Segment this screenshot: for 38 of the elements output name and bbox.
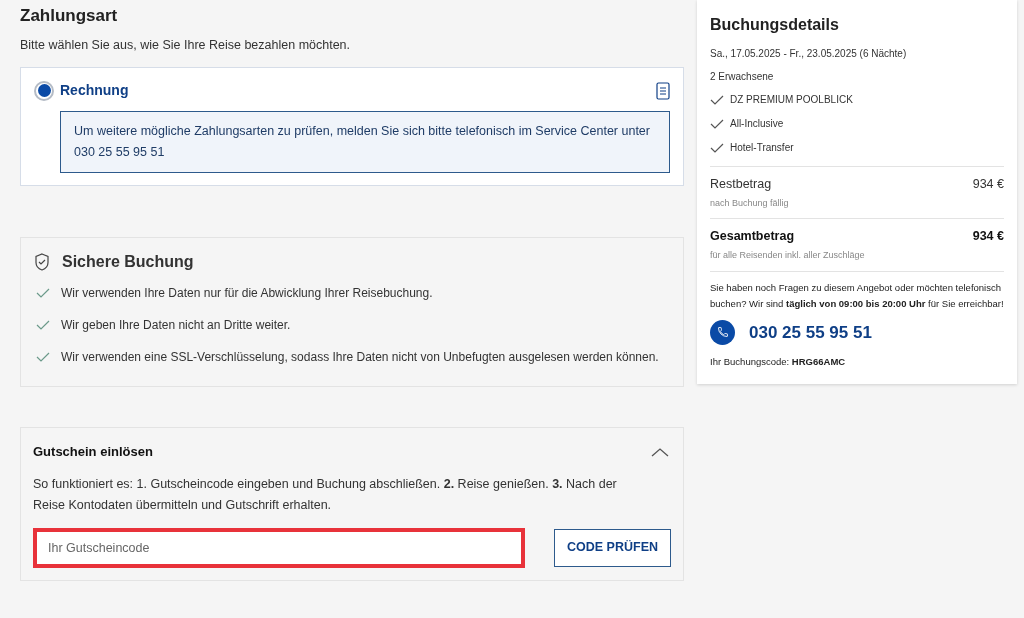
total-note: für alle Reisenden inkl. aller Zuschläge xyxy=(710,249,866,262)
total-amount: 934 € xyxy=(972,228,1004,246)
check-icon xyxy=(710,142,724,153)
card-title: Buchungsdetails xyxy=(710,15,840,35)
security-point: Wir verwenden Ihre Daten nur für die Abwicklung Ihrer Reisebuchung. xyxy=(61,285,433,303)
phone-icon xyxy=(710,319,735,345)
phone-link[interactable]: 030 25 55 95 51 xyxy=(749,319,872,345)
section-subtitle: Bitte wählen Sie aus, wie Sie Ihre Reise bezahlen möchten. xyxy=(20,36,352,54)
check-icon xyxy=(36,320,50,331)
check-icon xyxy=(36,288,50,299)
card-title: Gutschein einlösen xyxy=(33,443,153,462)
total-amount: 934 € xyxy=(972,176,1004,193)
included-feature: All-Inclusive xyxy=(730,117,784,131)
security-point: Wir geben Ihre Daten nicht an Dritte weiter. xyxy=(61,317,291,335)
radio-button[interactable] xyxy=(34,80,54,101)
included-feature: Hotel-Transfer xyxy=(730,141,794,155)
check-icon xyxy=(710,118,724,129)
check-icon xyxy=(710,94,724,105)
document-icon xyxy=(656,81,670,100)
traveller-count: 2 Erwachsene xyxy=(710,70,775,84)
total-label: Gesamtbetrag xyxy=(710,228,795,246)
check-code-button[interactable]: CODE PRÜFEN xyxy=(554,528,671,567)
security-point: Wir verwenden eine SSL-Verschlüsselung, sodass Ihre Daten nicht von Unbefugten ausgelesen werden können. xyxy=(61,349,659,367)
travel-dates: Sa., 17.05.2025 - Fr., 23.05.2025 (6 Nächte) xyxy=(710,47,908,61)
chevron-icon[interactable] xyxy=(651,447,669,457)
contact-text: Sie haben noch Fragen zu diesem Angebot oder möchten telefonisch buchen? Wir sind täglich von 09:00 bis 20:00 Uhr für Sie erreichbar! xyxy=(710,280,1004,311)
check-icon xyxy=(36,352,50,363)
option-label[interactable]: Rechnung xyxy=(60,80,129,102)
shield-icon xyxy=(34,253,50,272)
total-note: nach Buchung fällig xyxy=(710,196,790,210)
voucher-instructions: So funktioniert es: 1. Gutscheincode eingeben und Buchung abschließen. 2. Reise genießen. 3. Nach der Reise Kontodaten übermitteln und Gutschrift erhalten. xyxy=(33,475,618,514)
included-feature: DZ PREMIUM POOLBLICK xyxy=(730,93,853,107)
booking-code: Ihr Buchungscode: HRG66AMC xyxy=(710,355,847,369)
section-title: Zahlungsart xyxy=(20,5,119,27)
voucher-code-field[interactable]: Ihr Gutscheincode xyxy=(33,527,525,568)
info-box: Um weitere mögliche Zahlungsarten zu prüfen, melden Sie sich bitte telefonisch im Service Center unter 030 25 55 95 51 xyxy=(60,111,670,174)
card-title: Sichere Buchung xyxy=(62,252,194,273)
total-label: Restbetrag xyxy=(710,176,772,193)
